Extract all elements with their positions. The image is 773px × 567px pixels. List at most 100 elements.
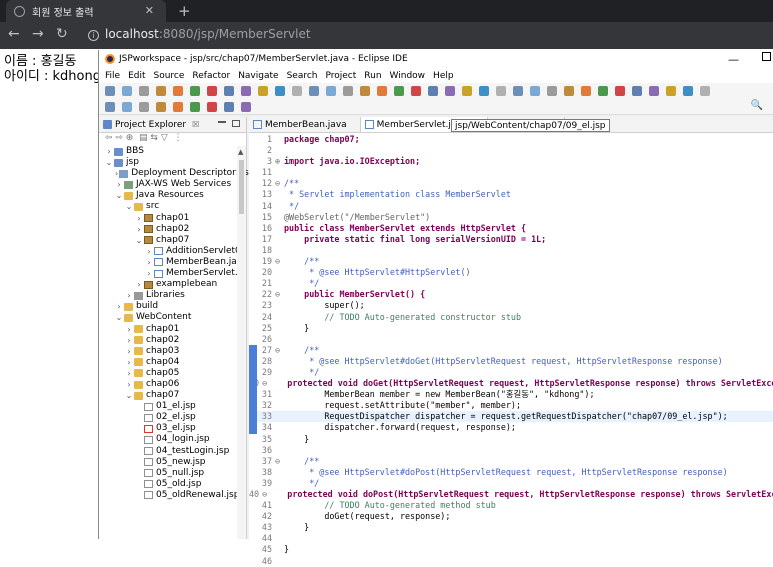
main-toolbar-button-icon[interactable] xyxy=(496,86,506,96)
new-tab-button[interactable]: + xyxy=(178,2,191,20)
main-toolbar-button-icon[interactable] xyxy=(564,86,574,96)
main-toolbar-button-icon[interactable] xyxy=(224,86,234,96)
main-toolbar-button-icon[interactable] xyxy=(479,86,489,96)
tree-item[interactable]: 04_login.jsp xyxy=(99,434,246,445)
chevron-right-icon[interactable]: › xyxy=(145,257,153,268)
code-line[interactable]: 13 * Servlet implementation class Member… xyxy=(249,189,773,200)
code-line[interactable]: 45} xyxy=(249,544,773,555)
tree-item[interactable]: › chap02 xyxy=(99,224,246,235)
code-line[interactable]: 22 ⊖ public MemberServlet() { xyxy=(249,289,773,300)
chevron-right-icon[interactable]: › xyxy=(105,146,113,157)
gutter[interactable] xyxy=(249,234,260,245)
code-line[interactable]: 19 ⊖ /** xyxy=(249,256,773,267)
gutter[interactable] xyxy=(249,500,260,511)
code-line[interactable]: 23 super(); xyxy=(249,300,773,311)
chevron-right-icon[interactable]: › xyxy=(125,357,133,368)
fold-icon[interactable]: ⊖ xyxy=(275,256,284,267)
gutter[interactable] xyxy=(249,201,260,212)
main-toolbar-button-icon[interactable] xyxy=(530,86,540,96)
main-toolbar-button-icon[interactable] xyxy=(207,86,217,96)
tree-item[interactable]: 05_old.jsp xyxy=(99,479,246,490)
gutter[interactable] xyxy=(249,522,260,533)
gutter[interactable] xyxy=(249,355,260,367)
tree-item[interactable]: › chap04 xyxy=(99,357,246,368)
main-toolbar-button-icon[interactable] xyxy=(547,86,557,96)
gutter[interactable] xyxy=(249,334,260,345)
code-line[interactable]: 27 ⊖ /** xyxy=(249,344,773,356)
secondary-toolbar-button-icon[interactable] xyxy=(139,102,149,112)
secondary-toolbar-button-icon[interactable] xyxy=(173,102,183,112)
code-line[interactable]: 34 dispatcher.forward(request, response)… xyxy=(249,422,773,434)
main-toolbar-button-icon[interactable] xyxy=(581,86,591,96)
code-line[interactable]: 35 } xyxy=(249,434,773,445)
code-line[interactable]: 16 public class MemberServlet extends Htt… xyxy=(249,223,773,234)
chevron-down-icon[interactable]: ⌄ xyxy=(105,157,113,168)
tree-item[interactable]: 04_testLogin.jsp xyxy=(99,446,246,457)
main-toolbar-button-icon[interactable] xyxy=(309,86,319,96)
menu-file[interactable]: File xyxy=(105,71,120,81)
gutter[interactable] xyxy=(249,267,260,278)
back-icon[interactable]: ← xyxy=(8,26,20,42)
gutter[interactable] xyxy=(249,278,260,289)
reload-icon[interactable]: ↻ xyxy=(56,26,68,42)
main-toolbar-button-icon[interactable] xyxy=(445,86,455,96)
code-line[interactable]: 2 xyxy=(249,145,773,156)
forward-icon[interactable]: → xyxy=(32,26,44,42)
gutter[interactable] xyxy=(249,178,260,189)
main-toolbar-button-icon[interactable] xyxy=(190,86,200,96)
gutter[interactable] xyxy=(249,478,260,489)
tree-item[interactable]: › JAX-WS Web Services xyxy=(99,179,246,190)
code-line[interactable]: 33 RequestDispatcher dispatcher = reques… xyxy=(249,411,773,423)
minimize-icon[interactable] xyxy=(218,121,226,123)
code-line[interactable]: 43 } xyxy=(249,522,773,533)
close-icon[interactable]: ✕ xyxy=(145,4,154,17)
menu-edit[interactable]: Edit xyxy=(128,71,145,81)
tree-item[interactable]: › chap01 xyxy=(99,324,246,335)
code-line[interactable]: 1 package chap07; xyxy=(249,134,773,145)
secondary-toolbar-button-icon[interactable] xyxy=(156,102,166,112)
browser-tab[interactable]: 회원 정보 출력 ✕ xyxy=(6,0,166,22)
secondary-toolbar-button-icon[interactable] xyxy=(224,102,234,112)
code-line[interactable]: 42 doGet(request, response); xyxy=(249,511,773,522)
main-toolbar-button-icon[interactable] xyxy=(411,86,421,96)
code-line[interactable]: 18 xyxy=(249,245,773,256)
code-line[interactable]: 30⊖ protected void doGet(HttpServletRequ… xyxy=(249,378,773,390)
tree-item[interactable]: 05_oldRenewal.jsp xyxy=(99,490,246,501)
code-line[interactable]: 29 */ xyxy=(249,366,773,379)
main-toolbar-button-icon[interactable] xyxy=(700,86,710,96)
main-toolbar-button-icon[interactable] xyxy=(241,86,251,96)
fold-icon[interactable]: ⊖ xyxy=(275,178,284,189)
tree-item[interactable]: › Libraries xyxy=(99,290,246,301)
tree-item[interactable]: ⌄ chap07 xyxy=(99,390,246,401)
main-toolbar-button-icon[interactable] xyxy=(683,86,693,96)
gutter[interactable] xyxy=(249,289,260,300)
gutter[interactable] xyxy=(249,156,260,167)
code-line[interactable]: 24 // TODO Auto-generated constructor st… xyxy=(249,312,773,323)
main-toolbar-button-icon[interactable] xyxy=(666,86,676,96)
address-bar[interactable]: i localhost:8080/jsp/MemberServlet xyxy=(88,27,311,41)
menu-help[interactable]: Help xyxy=(433,71,454,81)
project-explorer-header[interactable]: Project Explorer ☒ xyxy=(99,117,246,133)
code-line[interactable]: 21 */ xyxy=(249,278,773,289)
code-line[interactable]: 3 ⊕ import java.io.IOException; xyxy=(249,156,773,167)
code-area[interactable]: 1 package chap07; 2 3 ⊕ import java.io.IOExce… xyxy=(249,134,773,567)
gutter[interactable] xyxy=(249,445,260,456)
gutter[interactable] xyxy=(249,300,260,311)
gutter[interactable] xyxy=(249,323,260,334)
fold-icon[interactable]: ⊖ xyxy=(275,345,284,356)
main-toolbar-button-icon[interactable] xyxy=(428,86,438,96)
search-icon[interactable]: 🔍 xyxy=(751,100,763,111)
chevron-right-icon[interactable]: › xyxy=(145,268,153,279)
info-icon[interactable]: i xyxy=(88,30,99,41)
code-line[interactable]: 25 } xyxy=(249,323,773,334)
chevron-down-icon[interactable]: ⌄ xyxy=(125,201,133,212)
main-toolbar-button-icon[interactable] xyxy=(326,86,336,96)
secondary-toolbar-button-icon[interactable] xyxy=(190,102,200,112)
gutter[interactable] xyxy=(249,223,260,234)
tree-item[interactable]: ⌄ chap07 xyxy=(99,235,246,246)
code-line[interactable]: 12 ⊖/** xyxy=(249,178,773,189)
tree-item[interactable]: › MemberBean.jav xyxy=(99,257,246,268)
chevron-down-icon[interactable]: ⌄ xyxy=(135,235,143,246)
menu-run[interactable]: Run xyxy=(364,71,381,81)
code-line[interactable]: 11 xyxy=(249,167,773,178)
